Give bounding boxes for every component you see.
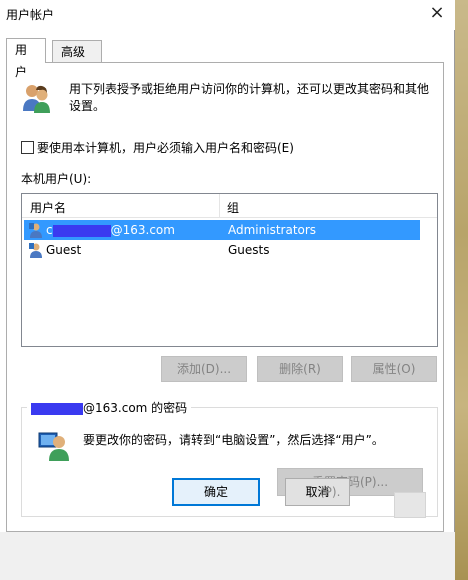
- column-header-username[interactable]: 用户名: [30, 199, 66, 216]
- dialog-footer: [0, 532, 455, 580]
- user-account-icon: [29, 243, 42, 258]
- tab-users[interactable]: 用户: [6, 38, 46, 79]
- desktop-background-strip: [454, 0, 468, 580]
- user-password-icon: [38, 432, 69, 461]
- redaction-bar: [52, 224, 111, 237]
- local-users-list[interactable]: 用户名 组 c @163.com Administrators Guest Gu…: [21, 193, 438, 347]
- title-bar: 用户帐户 ×: [0, 0, 455, 30]
- table-row[interactable]: Guest Guests: [24, 240, 420, 260]
- local-users-label: 本机用户(U):: [21, 172, 92, 186]
- password-legend-text: @163.com 的密码: [83, 401, 188, 415]
- ok-button[interactable]: 确定: [172, 478, 260, 506]
- list-header: 用户名 组: [22, 194, 437, 218]
- username-suffix: @163.com: [110, 223, 175, 237]
- tab-advanced[interactable]: 高级: [52, 40, 102, 62]
- close-button[interactable]: ×: [427, 2, 447, 24]
- user-account-icon: [29, 223, 42, 238]
- row-username: Guest: [46, 243, 82, 257]
- row-username: c @163.com: [46, 223, 175, 237]
- row-group: Administrators: [228, 223, 317, 237]
- user-accounts-dialog: 用户帐户 × 用户 高级 用下列表授予或拒绝用户访问你的计算机，还可以更改其密码…: [0, 0, 455, 580]
- row-group: Guests: [228, 243, 270, 257]
- intro-description: 用下列表授予或拒绝用户访问你的计算机，还可以更改其密码和其他设置。: [69, 82, 430, 113]
- require-password-label[interactable]: 要使用本计算机，用户必须输入用户名和密码(E): [37, 139, 294, 156]
- redaction-bar: [31, 402, 83, 415]
- column-header-group[interactable]: 组: [227, 199, 239, 216]
- table-row[interactable]: c @163.com Administrators: [24, 220, 420, 240]
- users-tab-panel: 用下列表授予或拒绝用户访问你的计算机，还可以更改其密码和其他设置。 要使用本计算…: [6, 62, 444, 532]
- require-password-checkbox[interactable]: [21, 141, 34, 154]
- apply-button[interactable]: [394, 492, 426, 518]
- add-user-button[interactable]: 添加(D)...: [161, 356, 247, 382]
- apply-button-fragment[interactable]: (P).: [320, 485, 340, 499]
- password-group-legend: @163.com 的密码: [27, 399, 192, 416]
- window-title: 用户帐户: [6, 8, 55, 22]
- properties-button[interactable]: 属性(O): [351, 356, 437, 382]
- password-change-message: 要更改你的密码，请转到“电脑设置”，然后选择“用户”。: [83, 433, 384, 447]
- users-icon: [23, 85, 50, 113]
- username-prefix: c: [46, 223, 53, 237]
- remove-user-button[interactable]: 删除(R): [257, 356, 343, 382]
- column-divider[interactable]: [219, 194, 220, 218]
